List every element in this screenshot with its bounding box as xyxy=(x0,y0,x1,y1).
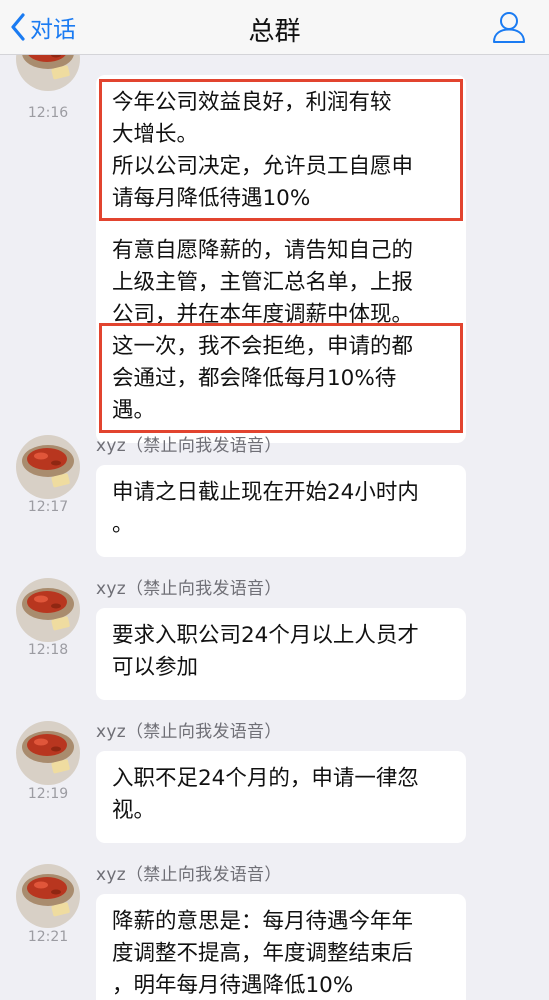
message-text-line: 会通过，都会降低每月10%待 xyxy=(112,366,397,391)
message-text-line: 请每月降低待遇10% xyxy=(112,186,311,211)
message-text-line: 要求入职公司24个月以上人员才 xyxy=(112,623,419,648)
message-time: 12:16 xyxy=(27,105,69,121)
page-title: 总群 xyxy=(248,17,301,47)
message-text-line: 降薪的意思是：每月待遇今年年 xyxy=(112,909,414,934)
message-text-line: 申请之日截止现在开始24小时内 xyxy=(112,480,419,505)
avatar[interactable] xyxy=(16,435,80,499)
sender-name: xyz（禁止向我发语音） xyxy=(96,722,282,742)
nav-bar: 对话 总群 xyxy=(0,0,549,55)
message-bubble[interactable]: 申请之日截止现在开始24小时内。 xyxy=(96,465,466,557)
message-time: 12:17 xyxy=(27,499,69,515)
message-text-line: 所以公司决定，允许员工自愿申 xyxy=(112,154,414,179)
message-text-line: 度调整不提高，年度调整结束后 xyxy=(112,941,414,966)
sender-name: xyz（禁止向我发语音） xyxy=(96,865,282,885)
avatar[interactable] xyxy=(16,578,80,642)
message-text-line: 大增长。 xyxy=(112,122,199,147)
chat-area[interactable]: 12:16 今年公司效益良好，利润有较 大增长。所以公司决定，允许员工自愿申 请每月降… xyxy=(0,55,549,1000)
message-text-line: 视。 xyxy=(112,798,156,823)
group-profile-button[interactable] xyxy=(491,10,527,48)
message-text-line: ，明年每月待遇降低10% xyxy=(112,973,354,998)
message-text-line: 有意自愿降薪的，请告知自己的 xyxy=(112,238,414,263)
sender-name: xyz（禁止向我发语音） xyxy=(96,436,282,456)
avatar[interactable] xyxy=(16,721,80,785)
message-bubble[interactable]: 要求入职公司24个月以上人员才 可以参加 xyxy=(96,608,466,700)
message-time: 12:19 xyxy=(27,786,69,802)
sender-name: xyz（禁止向我发语音） xyxy=(96,579,282,599)
message-bubble[interactable]: 降薪的意思是：每月待遇今年年 度调整不提高，年度调整结束后 ，明年每月待遇降低10% xyxy=(96,894,466,1000)
message-time: 12:21 xyxy=(27,929,69,945)
message-text-line: 遇。 xyxy=(112,398,156,423)
avatar[interactable] xyxy=(16,55,80,91)
message-text-line: 入职不足24个月的，申请一律忽 xyxy=(112,766,419,791)
message-text-line: 。 xyxy=(112,512,134,537)
message-time: 12:18 xyxy=(27,642,69,658)
message-text-line: 上级主管，主管汇总名单，上报 xyxy=(112,270,414,295)
message-text-line: 公司，并在本年度调薪中体现。 xyxy=(112,302,414,327)
message-text-line: 可以参加 xyxy=(112,655,199,680)
avatar[interactable] xyxy=(16,864,80,928)
message-bubble[interactable]: 今年公司效益良好，利润有较 大增长。所以公司决定，允许员工自愿申 请每月降低待遇10… xyxy=(96,75,466,443)
message-bubble[interactable]: 入职不足24个月的，申请一律忽 视。 xyxy=(96,751,466,843)
person-outline-icon xyxy=(493,12,525,43)
message-text-line: 今年公司效益良好，利润有较 xyxy=(112,90,392,115)
message-text-line: 这一次，我不会拒绝，申请的都 xyxy=(112,334,414,359)
